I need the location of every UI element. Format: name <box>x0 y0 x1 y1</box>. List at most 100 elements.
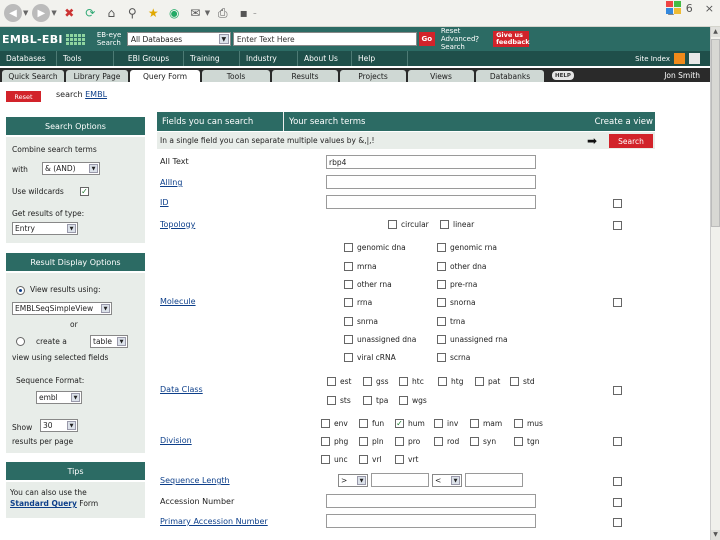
topology-option[interactable]: linear <box>440 220 474 229</box>
tab-results[interactable]: Results <box>272 70 338 82</box>
length-max-input[interactable] <box>465 473 523 487</box>
mail-icon[interactable]: ✉ <box>187 5 204 22</box>
division-checkbox[interactable] <box>434 437 443 446</box>
dataclass-checkbox[interactable] <box>327 396 336 405</box>
dataclass-checkbox[interactable] <box>363 377 372 386</box>
topology-checkbox[interactable] <box>388 220 397 229</box>
view-checkbox-id[interactable] <box>613 199 622 208</box>
division-checkbox[interactable] <box>359 419 368 428</box>
dataclass-option[interactable]: gss <box>363 377 389 386</box>
reset-advanced-search-link[interactable]: Reset Advanced Search <box>441 27 497 51</box>
nav-item-training[interactable]: Training <box>184 51 240 66</box>
division-checkbox[interactable] <box>514 419 523 428</box>
results-type-select[interactable]: Entry ▼ <box>12 222 78 235</box>
dataclass-option[interactable]: sts <box>327 396 351 405</box>
molecule-option[interactable]: pre-rna <box>437 280 477 289</box>
bookmark-icon[interactable] <box>689 53 700 64</box>
breadcrumb-link-embl[interactable]: EMBL <box>85 90 107 99</box>
refresh-icon[interactable]: ⟳ <box>82 5 99 22</box>
forward-icon[interactable]: ▶ <box>32 4 51 22</box>
division-option[interactable]: tgn <box>514 437 539 446</box>
molecule-option[interactable]: rrna <box>344 298 372 307</box>
molecule-checkbox[interactable] <box>437 335 446 344</box>
dataclass-option[interactable]: wgs <box>399 396 427 405</box>
all-text-input[interactable]: rbp4 <box>326 155 536 169</box>
molecule-checkbox[interactable] <box>344 243 353 252</box>
combine-operator-select[interactable]: & (AND) ▼ <box>42 162 100 175</box>
molecule-checkbox[interactable] <box>344 353 353 362</box>
primary-accession-input[interactable] <box>326 514 536 528</box>
molecule-checkbox[interactable] <box>437 317 446 326</box>
molecule-option[interactable]: trna <box>437 317 465 326</box>
division-option[interactable]: mam <box>470 419 502 428</box>
back-dropdown-icon[interactable]: ▼ <box>23 9 28 17</box>
tab-databanks[interactable]: Databanks <box>476 70 544 82</box>
nav-item-help[interactable]: Help <box>352 51 408 66</box>
alling-input[interactable] <box>326 175 536 189</box>
molecule-option[interactable]: genomic rna <box>437 243 497 252</box>
division-checkbox-hum[interactable]: ✓ <box>395 419 404 428</box>
search-button[interactable]: Search <box>609 134 653 148</box>
molecule-checkbox[interactable] <box>344 280 353 289</box>
division-checkbox[interactable] <box>514 437 523 446</box>
division-checkbox[interactable] <box>395 437 404 446</box>
division-checkbox[interactable] <box>321 419 330 428</box>
dataclass-option[interactable]: est <box>327 377 351 386</box>
molecule-checkbox[interactable] <box>437 353 446 362</box>
minimize-icon[interactable]: _ <box>668 2 674 15</box>
accession-input[interactable] <box>326 494 536 508</box>
molecule-checkbox[interactable] <box>344 298 353 307</box>
topology-option[interactable]: circular <box>388 220 429 229</box>
division-checkbox[interactable] <box>359 455 368 464</box>
molecule-option[interactable]: other dna <box>437 262 486 271</box>
scroll-up-icon[interactable]: ▲ <box>711 27 720 37</box>
field-label-primary-accession[interactable]: Primary Accession Number <box>160 517 268 526</box>
molecule-option[interactable]: unassigned rna <box>437 335 508 344</box>
division-option[interactable]: ✓ hum <box>395 419 425 428</box>
view-checkbox-accession[interactable] <box>613 498 622 507</box>
division-checkbox[interactable] <box>359 437 368 446</box>
mail-dropdown-icon[interactable]: ▼ <box>205 9 210 17</box>
dataclass-checkbox[interactable] <box>399 396 408 405</box>
division-option[interactable]: pln <box>359 437 384 446</box>
molecule-option[interactable]: genomic dna <box>344 243 406 252</box>
molecule-checkbox[interactable] <box>437 262 446 271</box>
nav-item-ebi-groups[interactable]: EBI Groups <box>114 51 184 66</box>
feedback-button[interactable]: Give us feedback <box>493 31 530 47</box>
help-circle-icon[interactable]: ? <box>475 35 479 44</box>
division-option[interactable]: unc <box>321 455 348 464</box>
nav-item-industry[interactable]: Industry <box>240 51 298 66</box>
molecule-checkbox[interactable] <box>437 243 446 252</box>
wildcards-checkbox[interactable]: ✓ <box>80 187 89 196</box>
division-checkbox[interactable] <box>434 419 443 428</box>
division-option[interactable]: mus <box>514 419 543 428</box>
division-checkbox[interactable] <box>321 455 330 464</box>
home-icon[interactable]: ⌂ <box>103 5 120 22</box>
molecule-option[interactable]: snorna <box>437 298 476 307</box>
nav-item-databases[interactable]: Databases <box>0 51 57 66</box>
table-select[interactable]: table ▼ <box>90 335 128 348</box>
field-label-molecule[interactable]: Molecule <box>160 297 196 306</box>
rss-icon[interactable] <box>674 53 685 64</box>
division-checkbox[interactable] <box>395 455 404 464</box>
create-table-radio[interactable] <box>16 337 25 346</box>
division-option[interactable]: rod <box>434 437 459 446</box>
length-min-input[interactable] <box>371 473 429 487</box>
history-icon[interactable]: ◉ <box>166 5 183 22</box>
field-label-sequence-length[interactable]: Sequence Length <box>160 476 230 485</box>
division-checkbox[interactable] <box>470 437 479 446</box>
view-checkbox-division[interactable] <box>613 437 622 446</box>
close-icon[interactable]: × <box>705 2 714 15</box>
dataclass-option[interactable]: htg <box>438 377 463 386</box>
scrollbar-thumb[interactable] <box>711 39 720 227</box>
molecule-checkbox[interactable] <box>344 262 353 271</box>
database-select[interactable]: All Databases ▼ <box>126 32 231 46</box>
view-results-radio[interactable] <box>16 286 25 295</box>
molecule-option[interactable]: other rna <box>344 280 392 289</box>
dataclass-checkbox[interactable] <box>510 377 519 386</box>
go-button[interactable]: Go <box>418 32 435 46</box>
molecule-option[interactable]: mrna <box>344 262 377 271</box>
division-checkbox[interactable] <box>470 419 479 428</box>
id-input[interactable] <box>326 195 536 209</box>
field-label-data-class[interactable]: Data Class <box>160 385 203 394</box>
